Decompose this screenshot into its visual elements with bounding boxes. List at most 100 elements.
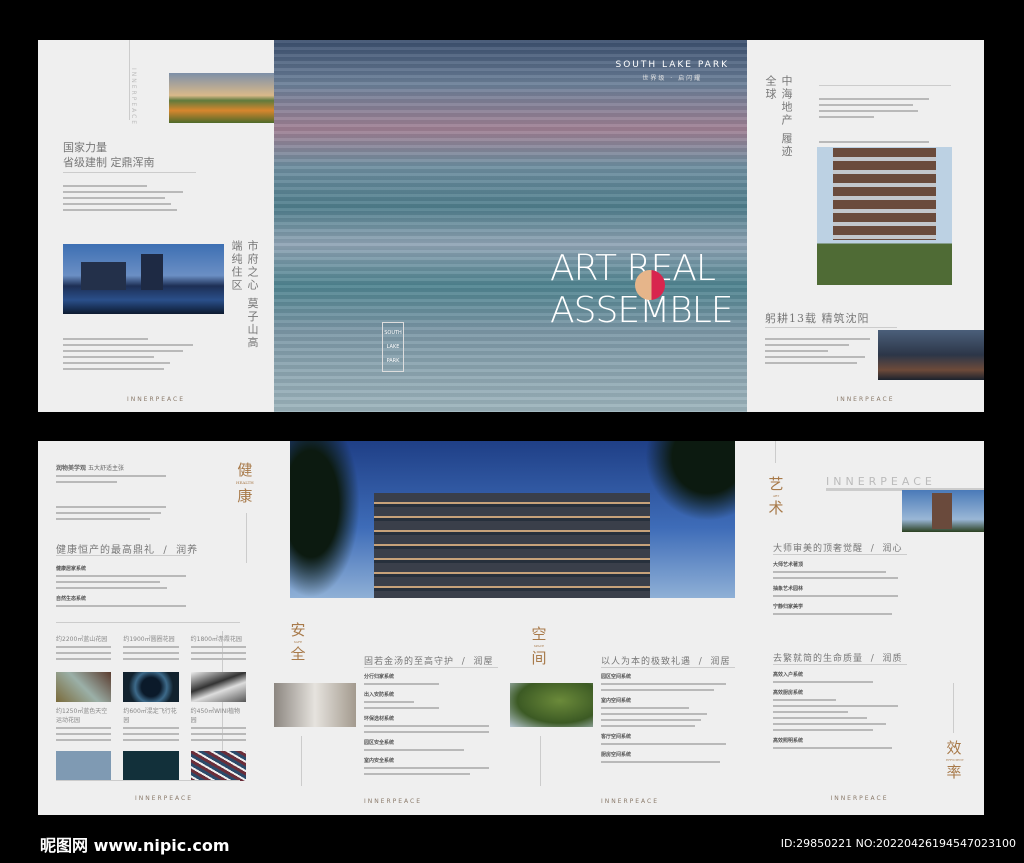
- system-name: 室内安全系统: [364, 758, 395, 764]
- intro-suffix: 五大舒适主张: [87, 465, 124, 472]
- garden-name: 约600㎡混定飞行花园: [123, 708, 177, 724]
- system-name: 高效照明系统: [773, 738, 804, 744]
- system-name: 大师艺术著顶: [773, 562, 804, 568]
- top-right-page: 中海地产 履迹全球 躬耕13载 精筑沈阳 INNERPEACE: [747, 40, 984, 412]
- innerpeace-logo: INNERPEACE: [363, 798, 423, 805]
- tower-photo: [902, 490, 984, 532]
- char: 间: [531, 649, 547, 667]
- tagline: 世界级 · 启闪耀: [642, 75, 703, 82]
- char: 健: [237, 461, 253, 479]
- garden-item: 约1800㎡赤霞花园: [190, 634, 246, 702]
- city-night-photo: [63, 244, 224, 314]
- system-name: 抽象艺术园林: [773, 586, 804, 592]
- sunset-photo: [169, 73, 274, 123]
- garden-item: 约450㎡WINI植物园: [190, 706, 246, 781]
- system-name: 环保选材系统: [364, 716, 395, 722]
- innerpeace-logo: INNERPEACE: [134, 795, 194, 802]
- heading-tag: 润屋: [473, 657, 494, 667]
- badge-line: SOUTH: [384, 330, 402, 336]
- efficiency-heading: 去繁就简的生命质量 / 润质: [773, 654, 903, 664]
- safe-heading: 固若金汤的至高守护 / 润屋: [364, 657, 494, 667]
- badge-line: LAKE: [386, 344, 400, 350]
- char: 艺: [768, 475, 784, 493]
- heading-text: 大师审美的顶奢觉醒: [773, 544, 864, 554]
- brand-name: SOUTH LAKE PARK: [615, 60, 729, 70]
- system-name: 客厅空间系统: [601, 734, 632, 740]
- body-text: [63, 338, 193, 374]
- char: 率: [946, 763, 962, 781]
- title-line: 省级建制 定鼎浑南: [63, 156, 155, 169]
- garden-item: 约1250㎡蓝色天空运动花园: [56, 706, 112, 781]
- garden-item: 约2200㎡蓝山花园: [56, 634, 112, 702]
- safe-label: 安 SAFE 全: [290, 621, 306, 663]
- bottom-right-page: 艺 ART 术 INNERPEACE 大师审美的顶奢觉醒 / 润心 大师艺术著顶 抽…: [735, 441, 984, 815]
- body-text: [56, 475, 166, 524]
- system-name: 高效厨房系统: [773, 690, 804, 696]
- garden-name: 约1250㎡蓝色天空运动花园: [56, 708, 108, 724]
- body-text: [63, 185, 183, 215]
- bottom-middle-page: 安 SAFE 全 固若金汤的至高守护 / 润屋 分行归家系统 出入安防系统 环保选材…: [274, 441, 735, 815]
- char: 效: [946, 739, 962, 757]
- system-name: 出入安防系统: [364, 692, 395, 698]
- system-name: 园区空间系统: [601, 674, 632, 680]
- system-name: 宁静归家美学: [773, 604, 804, 610]
- cover-brand: SOUTH LAKE PARK 世界级 · 启闪耀: [615, 60, 729, 82]
- system-name: 健康居家系统: [56, 566, 87, 572]
- tower-hero-photo: [290, 441, 735, 598]
- heading-tag: 润心: [882, 544, 903, 554]
- interior-photo: [274, 683, 356, 727]
- title-line: 国家力量: [63, 141, 107, 154]
- system-name: 自然生态系统: [56, 596, 87, 602]
- section-title: 国家力量 省级建制 定鼎浑南: [63, 140, 155, 170]
- garden-tree-photo: [510, 683, 593, 727]
- heading-tag: 润居: [710, 657, 731, 667]
- efficiency-system-list: 高效入户系统 高效厨房系统 高效照明系统: [773, 665, 898, 753]
- section-heading: 健康恒产的最高鼎礼 / 润养: [56, 545, 199, 556]
- space-system-list: 园区空间系统 室内空间系统 客厅空间系统 厨房空间系统: [601, 667, 726, 767]
- innerpeace-banner: INNERPEACE: [826, 475, 984, 491]
- innerpeace-logo: INNERPEACE: [600, 798, 660, 805]
- heading-tag: 润质: [882, 654, 903, 664]
- en-label: HEALTH: [236, 480, 254, 485]
- system-name: 室内空间系统: [601, 698, 632, 704]
- innerpeace-logo: INNERPEACE: [830, 795, 889, 802]
- space-heading: 以人为本的极致礼遇 / 润居: [601, 657, 731, 667]
- circle-emblem-icon: [635, 270, 665, 300]
- intro-title: 润物美学观 五大舒适主张: [56, 463, 124, 472]
- garden-item: 约1900㎡圆圈花园: [123, 634, 179, 702]
- heading-text: 以人为本的极致礼遇: [601, 657, 692, 667]
- system-name: 厨房空间系统: [601, 752, 632, 758]
- safe-system-list: 分行归家系统 出入安防系统 环保选材系统 园区安全系统 室内安全系统: [364, 667, 489, 779]
- garden-name: 约450㎡WINI植物园: [190, 708, 241, 724]
- art-label: 艺 ART 术: [768, 475, 784, 517]
- heading-text: 固若金汤的至高守护: [364, 657, 455, 667]
- badge-line: PARK: [386, 358, 400, 364]
- bottom-left-page: 润物美学观 五大舒适主张 健 HEALTH 康 健康恒产的最高鼎礼 / 润养 健康居…: [38, 441, 290, 815]
- innerpeace-logo: INNERPEACE: [126, 396, 186, 403]
- innerpeace-logo: INNERPEACE: [836, 396, 895, 403]
- char: 康: [237, 487, 253, 505]
- char: 安: [290, 621, 306, 639]
- building-photo: [817, 147, 952, 285]
- garden-name: 约1900㎡圆圈花园: [123, 636, 175, 643]
- art-heading: 大师审美的顶奢觉醒 / 润心: [773, 544, 903, 554]
- city-aerial-photo: [878, 330, 984, 380]
- watermark-site: 昵图网 www.nipic.com: [40, 836, 230, 855]
- cover-badge: SOUTH LAKE PARK: [382, 322, 404, 372]
- char: 全: [290, 645, 306, 663]
- system-name: 园区安全系统: [364, 740, 395, 746]
- heading-text: 去繁就简的生命质量: [773, 654, 864, 664]
- intro-title-bold: 润物美学观: [56, 465, 87, 472]
- garden-name: 约1800㎡赤霞花园: [190, 636, 242, 643]
- efficiency-label: 效 EFFICIENT 率: [946, 739, 964, 781]
- system-list: 健康居家系统 自然生态系统: [56, 559, 186, 611]
- garden-grid: 约2200㎡蓝山花园 约1900㎡圆圈花园 约1800㎡赤霞花园 约1250㎡蓝…: [56, 634, 246, 781]
- cover-page: SOUTH LAKE PARK 世界级 · 启闪耀 ART REAL ASSEM…: [274, 40, 747, 412]
- subtitle: 躬耕13载 精筑沈阳: [765, 312, 870, 325]
- top-left-page: INNERPEACE 国家力量 省级建制 定鼎浑南 市府之心 莫子山高端纯住区 …: [38, 40, 274, 412]
- health-label: 健 HEALTH 康: [236, 461, 254, 505]
- side-brand: INNERPEACE: [130, 68, 137, 127]
- vertical-title: 市府之心 莫子山高端纯住区: [230, 240, 259, 350]
- vertical-title: 中海地产 履迹全球: [764, 75, 793, 159]
- art-system-list: 大师艺术著顶 抽象艺术园林 宁静归家美学: [773, 555, 898, 619]
